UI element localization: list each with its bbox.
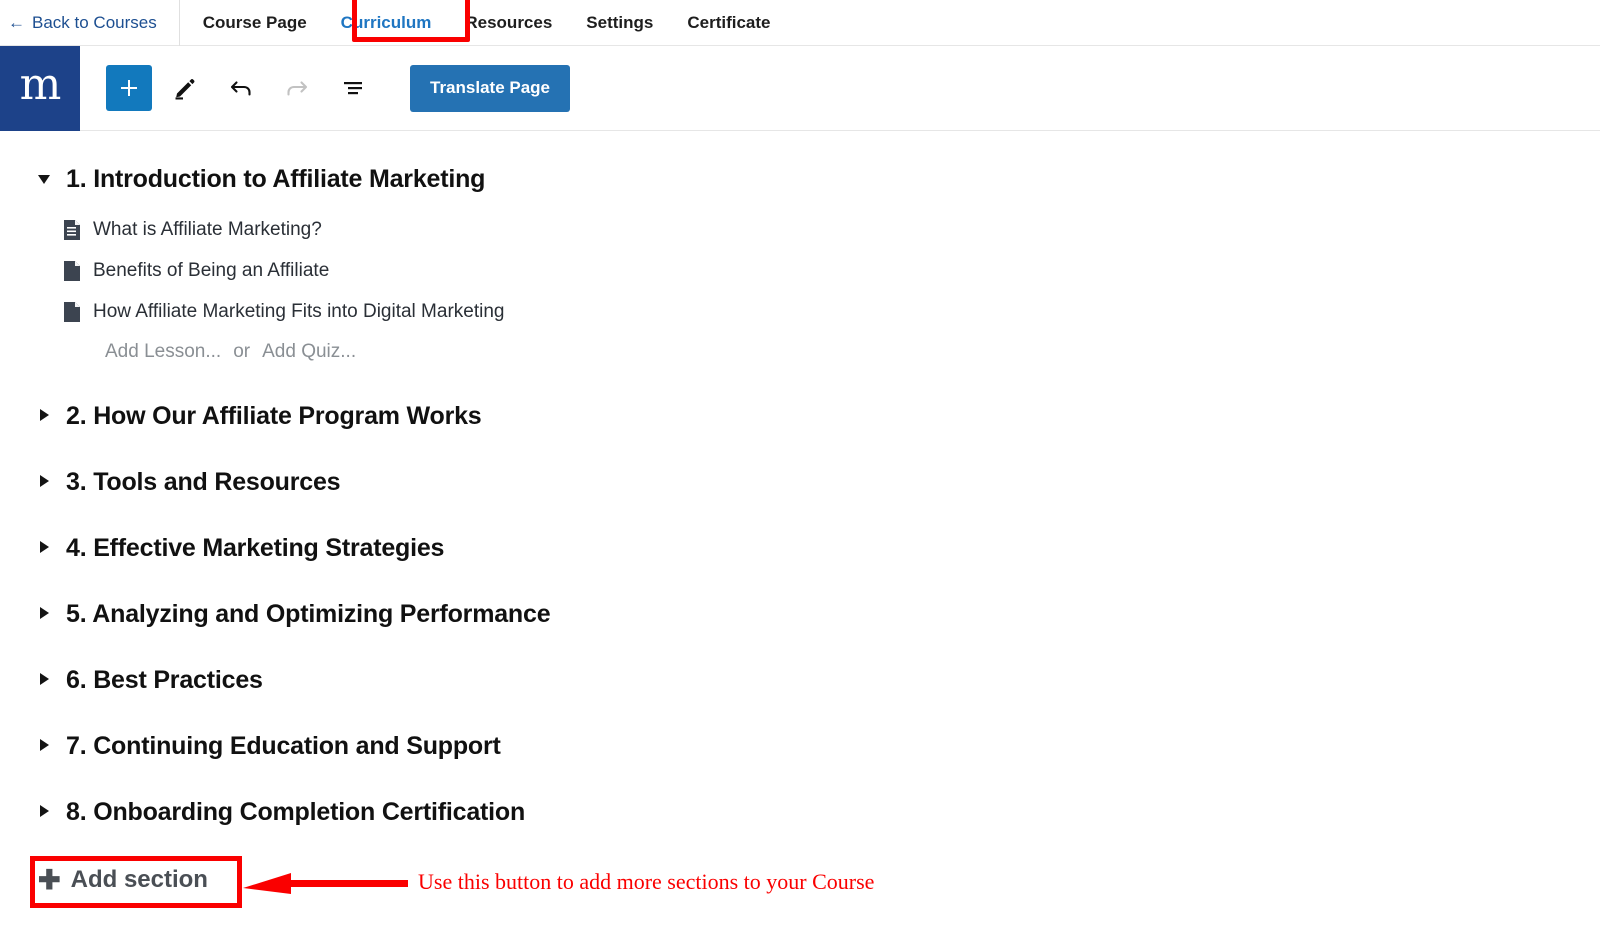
curriculum-section: 2. How Our Affiliate Program Works (0, 394, 1600, 438)
section-title: 1. Introduction to Affiliate Marketing (66, 164, 486, 193)
curriculum-section: 4. Effective Marketing Strategies (0, 526, 1600, 570)
section-title: 4. Effective Marketing Strategies (66, 533, 445, 562)
curriculum-list: 1. Introduction to Affiliate Marketing W… (0, 131, 1600, 834)
undo-arrow-icon (230, 81, 251, 96)
section-lessons: What is Affiliate Marketing? Benefits of… (38, 209, 1600, 372)
tab-resources[interactable]: Resources (448, 0, 569, 46)
redo-arrow-icon (287, 81, 308, 96)
curriculum-section: 8. Onboarding Completion Certification (0, 790, 1600, 834)
add-section-container: ✚ Add section (30, 858, 222, 902)
lesson-label: Benefits of Being an Affiliate (93, 259, 330, 281)
chevron-right-icon[interactable] (38, 739, 52, 753)
lesson-label: How Affiliate Marketing Fits into Digita… (93, 300, 505, 322)
document-overview-button[interactable] (330, 65, 376, 111)
list-item[interactable]: How Affiliate Marketing Fits into Digita… (63, 291, 1600, 332)
list-item[interactable]: What is Affiliate Marketing? (63, 209, 1600, 250)
document-icon (64, 301, 80, 322)
site-logo[interactable]: m (0, 45, 80, 131)
curriculum-section: 7. Continuing Education and Support (0, 724, 1600, 768)
section-title: 5. Analyzing and Optimizing Performance (66, 599, 551, 628)
section-title: 6. Best Practices (66, 665, 263, 694)
edit-tool-button[interactable] (162, 65, 208, 111)
section-header-5[interactable]: 5. Analyzing and Optimizing Performance (38, 592, 1600, 636)
logo-mark-letter: m (19, 59, 62, 111)
document-icon (64, 260, 80, 281)
curriculum-section: 3. Tools and Resources (0, 460, 1600, 504)
chevron-right-icon[interactable] (38, 409, 52, 423)
tab-curriculum[interactable]: Curriculum (324, 0, 449, 46)
chevron-right-icon[interactable] (38, 475, 52, 489)
section-title: 2. How Our Affiliate Program Works (66, 401, 482, 430)
chevron-right-icon[interactable] (38, 673, 52, 687)
curriculum-section: 5. Analyzing and Optimizing Performance (0, 592, 1600, 636)
annotation-arrow (243, 873, 408, 894)
nav-divider (178, 0, 180, 46)
section-header-3[interactable]: 3. Tools and Resources (38, 460, 1600, 504)
chevron-right-icon[interactable] (38, 805, 52, 819)
chevron-right-icon[interactable] (38, 607, 52, 621)
add-block-button[interactable] (106, 65, 152, 111)
tab-course-page[interactable]: Course Page (186, 0, 324, 46)
annotation-text: Use this button to add more sections to … (418, 869, 875, 894)
chevron-right-icon[interactable] (38, 541, 52, 555)
course-tabs: Course Page Curriculum Resources Setting… (186, 0, 788, 45)
lesson-label: What is Affiliate Marketing? (93, 218, 322, 240)
back-to-courses-link[interactable]: ← Back to Courses (0, 0, 179, 45)
section-title: 8. Onboarding Completion Certification (66, 797, 526, 826)
top-navigation-bar: ← Back to Courses Course Page Curriculum… (0, 0, 1600, 46)
plus-icon (121, 80, 137, 96)
editor-toolbar: m Translate Page (0, 45, 1600, 131)
redo-button[interactable] (274, 65, 320, 111)
back-to-courses-label: Back to Courses (32, 12, 157, 32)
add-section-label: Add section (70, 866, 208, 893)
section-title: 7. Continuing Education and Support (66, 731, 501, 760)
add-section-button[interactable]: ✚ Add section (30, 858, 222, 902)
back-arrow-icon: ← (8, 13, 25, 32)
section-header-2[interactable]: 2. How Our Affiliate Program Works (38, 394, 1600, 438)
add-or-separator: or (233, 341, 251, 362)
tab-settings[interactable]: Settings (569, 0, 670, 46)
curriculum-section: 6. Best Practices (0, 658, 1600, 702)
list-view-icon (344, 82, 362, 95)
section-header-6[interactable]: 6. Best Practices (38, 658, 1600, 702)
add-lesson-input[interactable]: Add Lesson... (105, 341, 221, 363)
undo-button[interactable] (218, 65, 264, 111)
tab-certificate[interactable]: Certificate (670, 0, 787, 46)
curriculum-section: 1. Introduction to Affiliate Marketing W… (0, 157, 1600, 372)
list-item[interactable]: Benefits of Being an Affiliate (63, 250, 1600, 291)
document-lines-icon (64, 219, 80, 240)
translate-page-button[interactable]: Translate Page (410, 64, 571, 112)
plus-icon: ✚ (38, 864, 61, 895)
chevron-down-icon[interactable] (38, 172, 52, 186)
section-header-1[interactable]: 1. Introduction to Affiliate Marketing (38, 157, 1600, 201)
add-content-row: Add Lesson... or Add Quiz... (63, 332, 1600, 372)
add-quiz-input[interactable]: Add Quiz... (262, 341, 356, 363)
toolbar-buttons: Translate Page (80, 64, 571, 112)
section-header-8[interactable]: 8. Onboarding Completion Certification (38, 790, 1600, 834)
section-header-4[interactable]: 4. Effective Marketing Strategies (38, 526, 1600, 570)
pencil-icon (175, 79, 195, 100)
section-title: 3. Tools and Resources (66, 467, 341, 496)
section-header-7[interactable]: 7. Continuing Education and Support (38, 724, 1600, 768)
